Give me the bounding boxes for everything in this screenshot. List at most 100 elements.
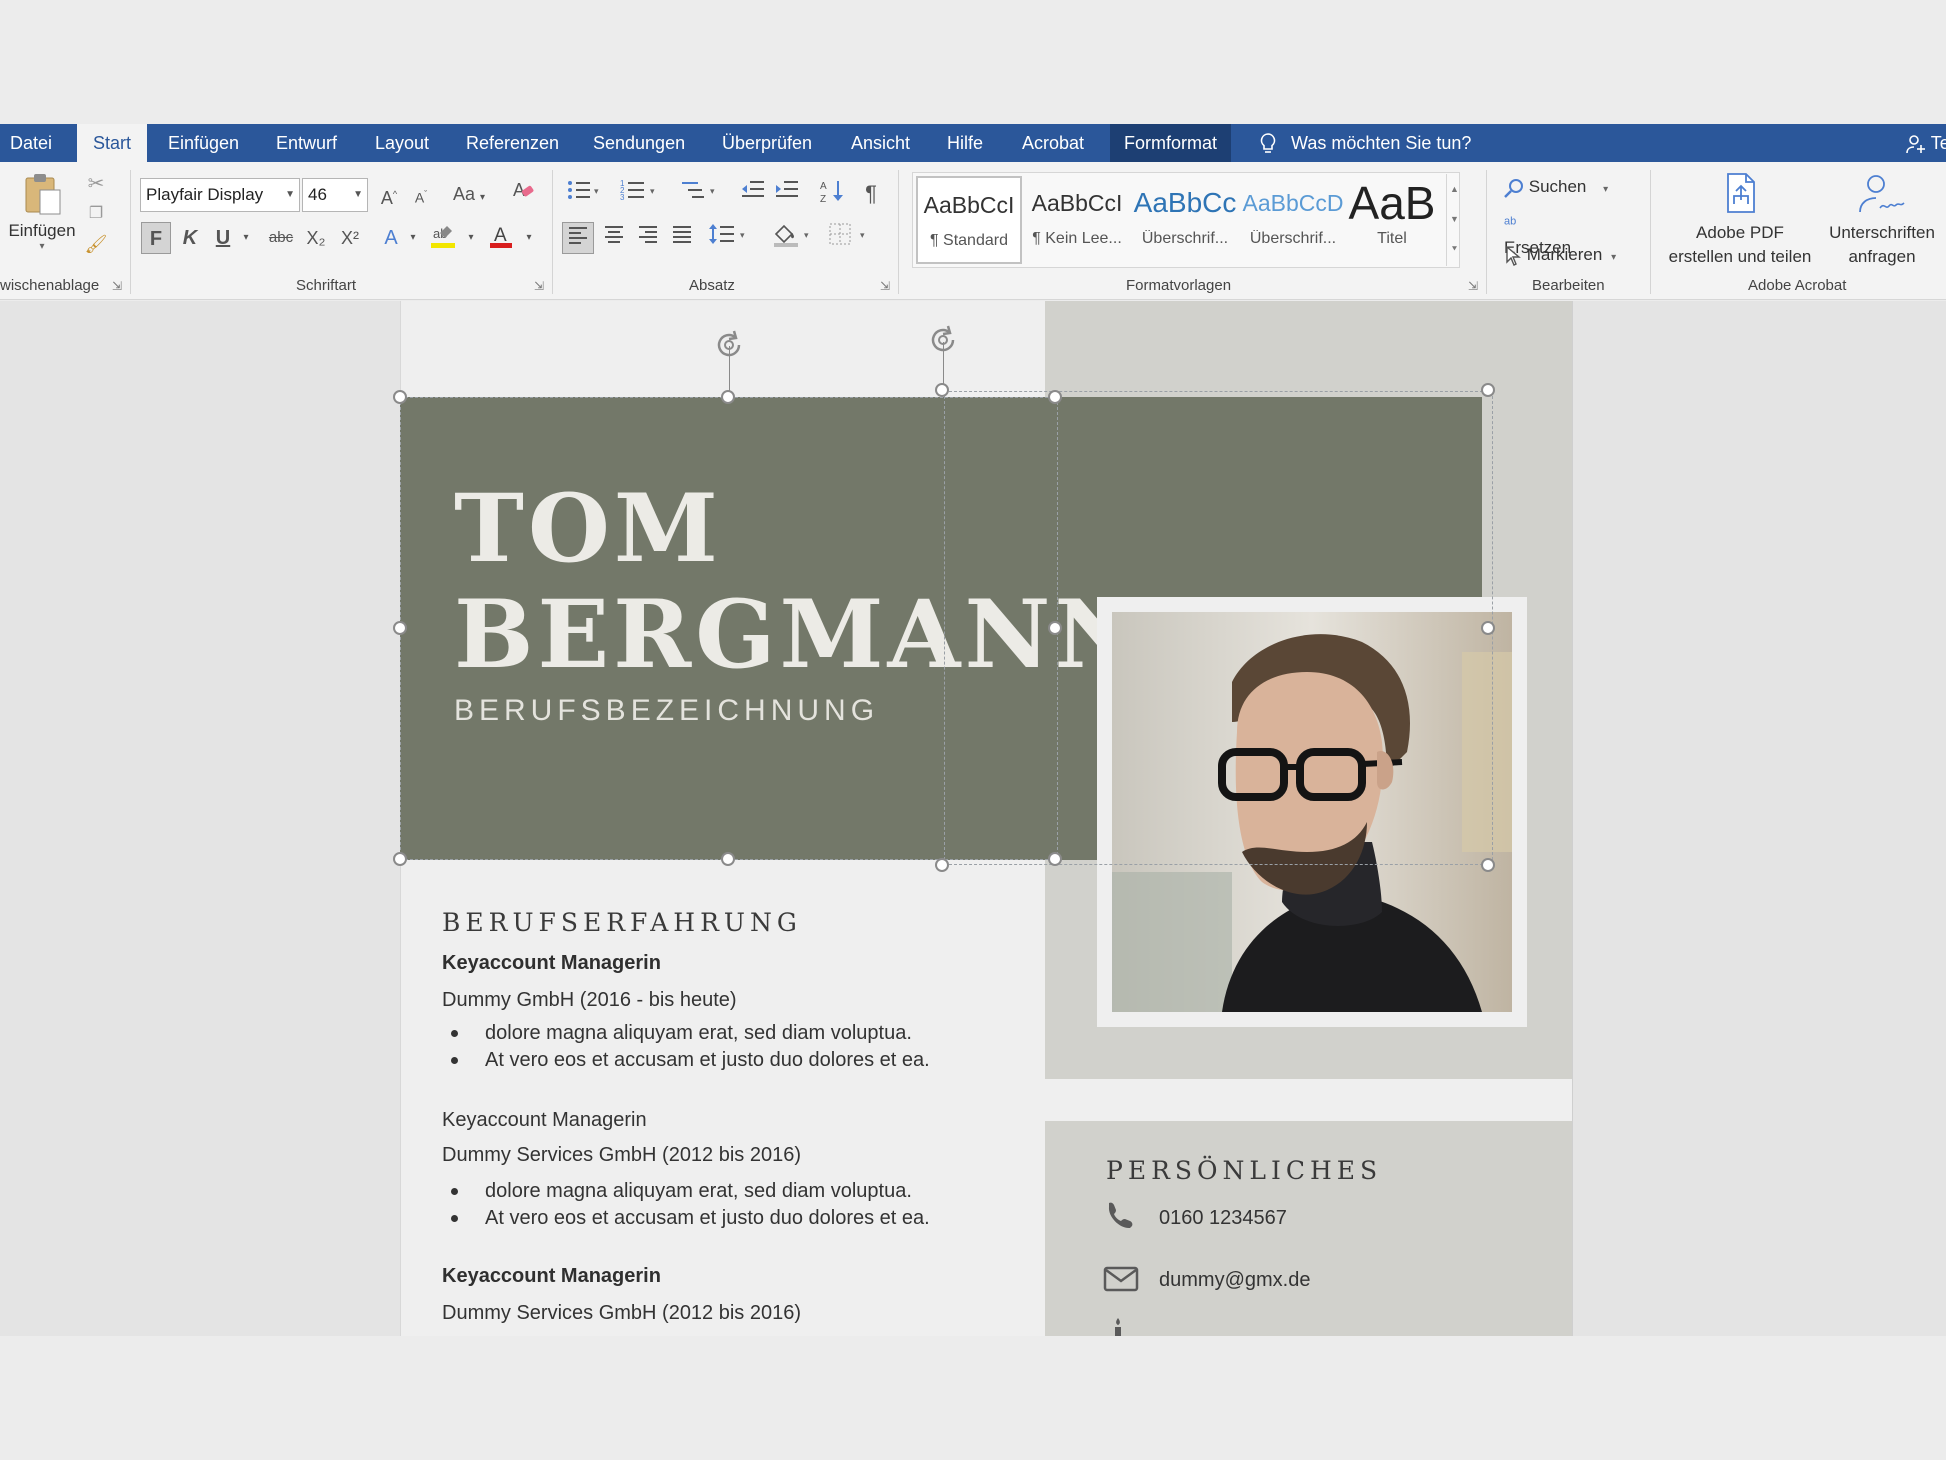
job-1-role[interactable]: Keyaccount Managerin — [442, 952, 661, 975]
create-pdf-button[interactable]: Adobe PDF erstellen und teilen — [1660, 172, 1820, 269]
tab-formformat[interactable]: Formformat — [1110, 124, 1232, 162]
resize-handle[interactable] — [393, 621, 407, 635]
tab-start[interactable]: Start — [77, 124, 147, 162]
chevron-down-icon[interactable]: ▾ — [238, 222, 254, 254]
align-center-button[interactable] — [598, 222, 630, 254]
font-dialog-launcher-icon[interactable]: ⇲ — [534, 279, 544, 293]
replace-button[interactable]: ab Ersetzen — [1504, 208, 1571, 257]
tab-layout[interactable]: Layout — [375, 124, 429, 162]
show-formatting-button[interactable]: ¶ — [856, 178, 886, 210]
share-button[interactable]: Te — [1906, 124, 1946, 162]
personal-heading[interactable]: PERSÖNLICHES — [1106, 1156, 1382, 1185]
clipboard-dialog-launcher-icon[interactable]: ⇲ — [112, 279, 122, 293]
align-right-button[interactable] — [632, 222, 664, 254]
job-1-bullet-2[interactable]: At vero eos et accusam et justo duo dolo… — [485, 1049, 930, 1072]
request-signatures-button[interactable]: Unterschriften anfragen — [1818, 172, 1946, 269]
resize-handle[interactable] — [935, 383, 949, 397]
font-name-combo[interactable]: Playfair Display ▼ — [140, 178, 300, 212]
experience-heading[interactable]: BERUFSERFAHRUNG — [442, 908, 802, 937]
copy-icon[interactable]: ❐ — [82, 198, 110, 230]
job-3-company[interactable]: Dummy Services GmbH (2012 bis 2016) — [442, 1302, 801, 1325]
highlight-color-button[interactable]: ab — [428, 222, 458, 254]
gallery-scroll[interactable]: ▲ ▼ ⯆ — [1446, 174, 1462, 266]
shrink-font-button[interactable]: Aˇ — [408, 178, 434, 210]
phone-number[interactable]: 0160 1234567 — [1159, 1207, 1287, 1230]
paste-button[interactable]: Einfügen ▾ — [4, 172, 80, 272]
job-1-bullet-1[interactable]: dolore magna aliquyam erat, sed diam vol… — [485, 1022, 912, 1045]
font-color-button[interactable]: A — [486, 222, 516, 254]
underline-button[interactable]: U — [210, 222, 236, 254]
resize-handle[interactable] — [393, 390, 407, 404]
tab-entwurf[interactable]: Entwurf — [276, 124, 337, 162]
style-titel[interactable]: AaB Titel — [1340, 176, 1444, 264]
group-divider — [130, 170, 131, 294]
line-spacing-button[interactable]: ▾ — [706, 222, 752, 254]
chevron-down-icon[interactable]: ▾ — [464, 222, 478, 254]
find-button[interactable]: Suchen ▾ — [1504, 174, 1608, 200]
style-ueberschrift-1[interactable]: AaBbCc Überschrif... — [1132, 176, 1238, 264]
sort-button[interactable]: AZ — [818, 178, 848, 210]
text-effects-icon[interactable]: A — [378, 222, 404, 254]
format-painter-icon[interactable]: 🖌 — [82, 228, 110, 260]
strikethrough-button[interactable]: abc — [266, 222, 296, 254]
justify-button[interactable] — [666, 222, 698, 254]
tab-hilfe[interactable]: Hilfe — [947, 124, 983, 162]
resize-handle[interactable] — [1048, 621, 1062, 635]
align-left-button[interactable] — [562, 222, 594, 254]
svg-text:▾: ▾ — [860, 230, 865, 240]
font-size-combo[interactable]: 46 ▼ — [302, 178, 368, 212]
job-2-company[interactable]: Dummy Services GmbH (2012 bis 2016) — [442, 1144, 801, 1167]
resize-handle[interactable] — [935, 858, 949, 872]
tab-referenzen[interactable]: Referenzen — [466, 124, 559, 162]
change-case-button[interactable]: Aa ▾ — [446, 178, 492, 210]
resize-handle[interactable] — [1481, 621, 1495, 635]
email-address[interactable]: dummy@gmx.de — [1159, 1269, 1310, 1292]
resize-handle[interactable] — [1481, 383, 1495, 397]
shading-button[interactable]: ▾ — [770, 222, 816, 254]
tab-ueberpruefen[interactable]: Überprüfen — [722, 124, 812, 162]
tab-einfuegen[interactable]: Einfügen — [168, 124, 239, 162]
chevron-down-icon[interactable]: ▾ — [406, 222, 420, 254]
chevron-down-icon: ▾ — [39, 241, 45, 252]
grow-font-button[interactable]: A^ — [376, 178, 402, 210]
rotate-handle-icon[interactable] — [926, 323, 960, 357]
resize-handle[interactable] — [1481, 858, 1495, 872]
resize-handle[interactable] — [1048, 390, 1062, 404]
superscript-button[interactable]: X² — [336, 222, 364, 254]
svg-text:A: A — [494, 225, 507, 246]
tab-datei[interactable]: Datei — [0, 124, 62, 162]
style-standard[interactable]: AaBbCcI ¶ Standard — [916, 176, 1022, 264]
style-kein-leerraum[interactable]: AaBbCcI ¶ Kein Lee... — [1024, 176, 1130, 264]
job-2-bullet-1[interactable]: dolore magna aliquyam erat, sed diam vol… — [485, 1180, 912, 1203]
tab-sendungen[interactable]: Sendungen — [593, 124, 685, 162]
tab-acrobat[interactable]: Acrobat — [1022, 124, 1084, 162]
job-1-company[interactable]: Dummy GmbH (2016 - bis heute) — [442, 989, 737, 1012]
subscript-button[interactable]: X₂ — [302, 222, 330, 254]
rotate-handle-icon[interactable] — [712, 328, 746, 362]
job-2-bullet-2[interactable]: At vero eos et accusam et justo duo dolo… — [485, 1207, 930, 1230]
chevron-down-icon[interactable]: ▾ — [522, 222, 536, 254]
tab-ansicht[interactable]: Ansicht — [851, 124, 910, 162]
cut-icon[interactable]: ✂ — [82, 168, 110, 200]
decrease-indent-button[interactable] — [738, 178, 768, 210]
multilevel-list-button[interactable]: ▾ — [680, 178, 720, 210]
tell-me-box[interactable]: Was möchten Sie tun? — [1260, 124, 1471, 162]
bullets-button[interactable]: ▾ — [564, 178, 604, 210]
numbering-button[interactable]: 1 2 3 ▾ — [620, 178, 660, 210]
paragraph-dialog-launcher-icon[interactable]: ⇲ — [880, 279, 890, 293]
job-2-role[interactable]: Keyaccount Managerin — [442, 1109, 647, 1132]
resize-handle[interactable] — [1048, 852, 1062, 866]
resize-handle[interactable] — [393, 852, 407, 866]
tell-me-text: Was möchten Sie tun? — [1291, 133, 1472, 153]
job-3-role[interactable]: Keyaccount Managerin — [442, 1265, 661, 1288]
styles-dialog-launcher-icon[interactable]: ⇲ — [1468, 279, 1478, 293]
resize-handle[interactable] — [721, 852, 735, 866]
style-ueberschrift-2[interactable]: AaBbCcD Überschrif... — [1240, 176, 1346, 264]
increase-indent-button[interactable] — [772, 178, 802, 210]
clear-formatting-button[interactable]: A — [508, 178, 538, 210]
bold-button[interactable]: F — [141, 222, 171, 254]
select-button[interactable]: Markieren ▾ — [1504, 242, 1616, 268]
resize-handle[interactable] — [721, 390, 735, 404]
borders-button[interactable]: ▾ — [826, 222, 872, 254]
italic-button[interactable]: K — [176, 222, 204, 254]
